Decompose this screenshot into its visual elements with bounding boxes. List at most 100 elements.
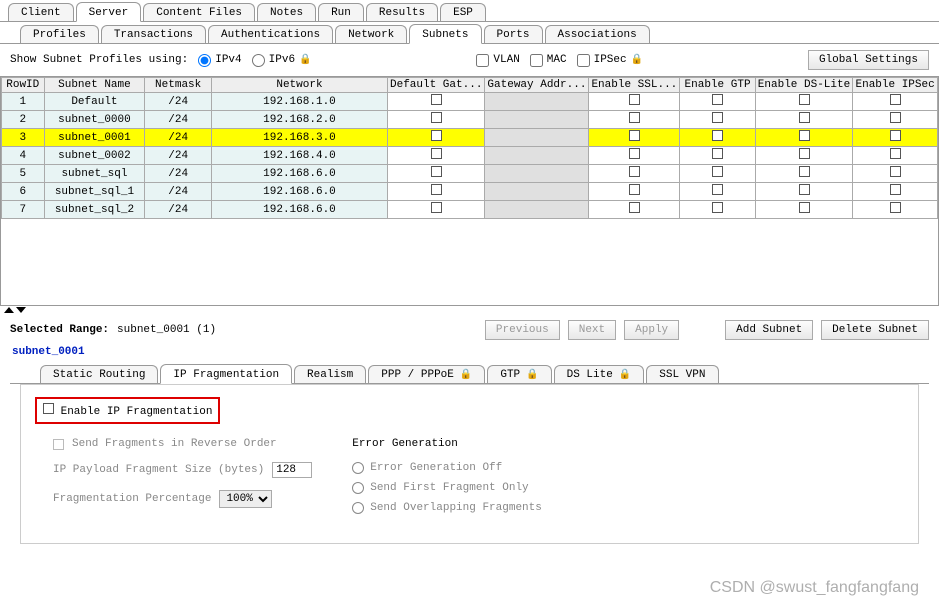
subtab-ports[interactable]: Ports (484, 25, 543, 43)
default-gateway-checkbox[interactable] (388, 147, 485, 165)
col-header[interactable]: Network (211, 78, 387, 93)
enable-gtp-checkbox[interactable] (680, 129, 756, 147)
default-gateway-checkbox[interactable] (388, 183, 485, 201)
error-first-radio[interactable]: Send First Fragment Only (352, 482, 542, 494)
error-generation-group: Error Generation Error Generation Off Se… (352, 438, 542, 514)
sub-tab-row: ProfilesTransactionsAuthenticationsNetwo… (0, 22, 939, 44)
table-cell: subnet_0000 (44, 111, 145, 129)
default-gateway-checkbox[interactable] (388, 165, 485, 183)
table-cell: 192.168.6.0 (211, 165, 387, 183)
table-row[interactable]: 1Default/24192.168.1.0 (2, 93, 938, 111)
subtab-subnets[interactable]: Subnets (409, 24, 481, 44)
tab-results[interactable]: Results (366, 3, 438, 21)
enable-ssl-checkbox[interactable] (589, 183, 680, 201)
detailtab-static-routing[interactable]: Static Routing (40, 365, 158, 383)
table-row[interactable]: 6subnet_sql_1/24192.168.6.0 (2, 183, 938, 201)
ipv4-radio[interactable]: IPv4 (198, 54, 241, 67)
mac-checkbox[interactable]: MAC (530, 54, 567, 67)
col-header[interactable]: RowID (2, 78, 45, 93)
table-cell: 6 (2, 183, 45, 201)
enable-ipsec-checkbox[interactable] (853, 201, 938, 219)
add-subnet-button[interactable]: Add Subnet (725, 320, 813, 340)
enable-dslite-checkbox[interactable] (755, 201, 852, 219)
global-settings-button[interactable]: Global Settings (808, 50, 929, 70)
ipsec-checkbox[interactable]: IPSec 🔒 (577, 54, 643, 67)
enable-dslite-checkbox[interactable] (755, 111, 852, 129)
show-profiles-label: Show Subnet Profiles using: (10, 54, 188, 66)
detailtab-ppp-pppoe[interactable]: PPP / PPPoE 🔒 (368, 365, 485, 383)
detailtab-ds-lite[interactable]: DS Lite 🔒 (554, 365, 645, 383)
enable-dslite-checkbox[interactable] (755, 183, 852, 201)
default-gateway-checkbox[interactable] (388, 201, 485, 219)
error-off-radio[interactable]: Error Generation Off (352, 462, 542, 474)
enable-ipsec-checkbox[interactable] (853, 165, 938, 183)
enable-ipsec-checkbox[interactable] (853, 183, 938, 201)
vlan-checkbox[interactable]: VLAN (476, 54, 519, 67)
enable-ipsec-checkbox[interactable] (853, 111, 938, 129)
table-row[interactable]: 2subnet_0000/24192.168.2.0 (2, 111, 938, 129)
fragmentation-percentage-select[interactable]: 100% (219, 490, 272, 508)
detailtab-realism[interactable]: Realism (294, 365, 366, 383)
col-header[interactable]: Netmask (145, 78, 212, 93)
col-header[interactable]: Gateway Addr... (485, 78, 589, 93)
error-overlap-radio[interactable]: Send Overlapping Fragments (352, 502, 542, 514)
previous-button[interactable]: Previous (485, 320, 560, 340)
splitter[interactable] (0, 306, 939, 314)
enable-dslite-checkbox[interactable] (755, 165, 852, 183)
col-header[interactable]: Enable DS-Lite (755, 78, 852, 93)
tab-server[interactable]: Server (76, 2, 142, 22)
enable-ipsec-checkbox[interactable] (853, 147, 938, 165)
enable-gtp-checkbox[interactable] (680, 93, 756, 111)
enable-gtp-checkbox[interactable] (680, 147, 756, 165)
default-gateway-checkbox[interactable] (388, 93, 485, 111)
subtab-associations[interactable]: Associations (545, 25, 650, 43)
col-header[interactable]: Enable SSL... (589, 78, 680, 93)
detailtab-ssl-vpn[interactable]: SSL VPN (646, 365, 718, 383)
enable-gtp-checkbox[interactable] (680, 165, 756, 183)
table-row[interactable]: 7subnet_sql_2/24192.168.6.0 (2, 201, 938, 219)
table-row[interactable]: 4subnet_0002/24192.168.4.0 (2, 147, 938, 165)
table-cell: 4 (2, 147, 45, 165)
next-button[interactable]: Next (568, 320, 616, 340)
enable-dslite-checkbox[interactable] (755, 147, 852, 165)
table-cell: 192.168.4.0 (211, 147, 387, 165)
tab-run[interactable]: Run (318, 3, 364, 21)
enable-ssl-checkbox[interactable] (589, 111, 680, 129)
table-row[interactable]: 3subnet_0001/24192.168.3.0 (2, 129, 938, 147)
enable-ssl-checkbox[interactable] (589, 93, 680, 111)
table-row[interactable]: 5subnet_sql/24192.168.6.0 (2, 165, 938, 183)
default-gateway-checkbox[interactable] (388, 129, 485, 147)
enable-ssl-checkbox[interactable] (589, 165, 680, 183)
reverse-order-checkbox[interactable]: Send Fragments in Reverse Order (53, 438, 312, 450)
enable-dslite-checkbox[interactable] (755, 129, 852, 147)
delete-subnet-button[interactable]: Delete Subnet (821, 320, 929, 340)
payload-size-input[interactable] (272, 462, 312, 478)
enable-ssl-checkbox[interactable] (589, 201, 680, 219)
default-gateway-checkbox[interactable] (388, 111, 485, 129)
ipv6-radio[interactable]: IPv6 🔒 (252, 54, 312, 67)
col-header[interactable]: Subnet Name (44, 78, 145, 93)
enable-gtp-checkbox[interactable] (680, 201, 756, 219)
subtab-network[interactable]: Network (335, 25, 407, 43)
enable-dslite-checkbox[interactable] (755, 93, 852, 111)
subtab-profiles[interactable]: Profiles (20, 25, 99, 43)
enable-gtp-checkbox[interactable] (680, 183, 756, 201)
enable-gtp-checkbox[interactable] (680, 111, 756, 129)
enable-ipsec-checkbox[interactable] (853, 93, 938, 111)
col-header[interactable]: Enable GTP (680, 78, 756, 93)
tab-notes[interactable]: Notes (257, 3, 316, 21)
enable-fragmentation-checkbox[interactable]: Enable IP Fragmentation (43, 406, 212, 418)
apply-button[interactable]: Apply (624, 320, 679, 340)
col-header[interactable]: Default Gat... (388, 78, 485, 93)
enable-ssl-checkbox[interactable] (589, 147, 680, 165)
tab-content-files[interactable]: Content Files (143, 3, 255, 21)
detailtab-gtp[interactable]: GTP 🔒 (487, 365, 551, 383)
col-header[interactable]: Enable IPSec (853, 78, 938, 93)
subtab-authentications[interactable]: Authentications (208, 25, 333, 43)
enable-ipsec-checkbox[interactable] (853, 129, 938, 147)
tab-client[interactable]: Client (8, 3, 74, 21)
subtab-transactions[interactable]: Transactions (101, 25, 206, 43)
enable-ssl-checkbox[interactable] (589, 129, 680, 147)
detailtab-ip-fragmentation[interactable]: IP Fragmentation (160, 364, 292, 384)
tab-esp[interactable]: ESP (440, 3, 486, 21)
